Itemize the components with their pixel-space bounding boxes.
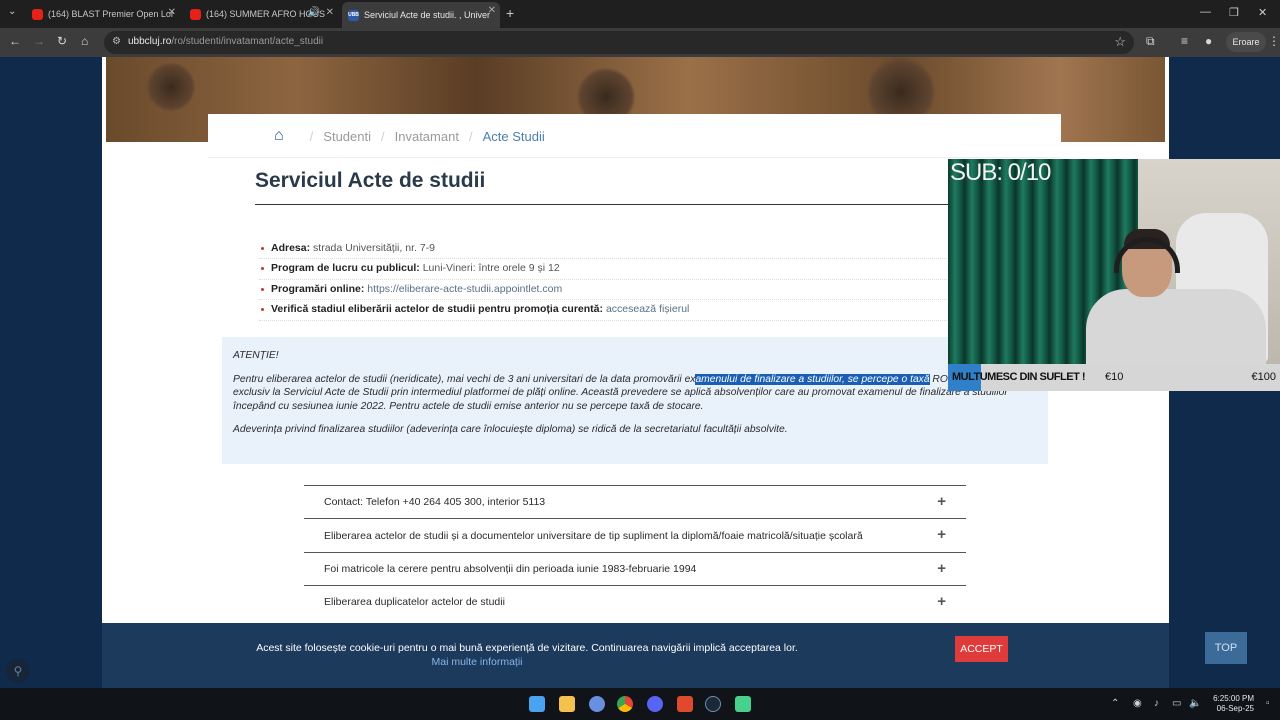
breadcrumb-studenti[interactable]: Studenti [323, 129, 371, 144]
start-icon[interactable] [529, 696, 545, 712]
app-icon[interactable] [735, 696, 751, 712]
tab-summer-afro[interactable]: (164) SUMMER AFRO HOUS 🔊 ✕ [184, 4, 338, 24]
divider [208, 157, 1061, 158]
site-info-icon[interactable]: ⚙ [112, 36, 121, 47]
notice-heading: ATENȚIE! [233, 350, 279, 361]
breadcrumb-invatamant[interactable]: Invatamant [395, 129, 459, 144]
notifications-icon[interactable]: ▫ [1266, 698, 1270, 709]
title-underline [255, 204, 950, 205]
tab-blast[interactable]: (164) BLAST Premier Open Lon ✕ [26, 4, 180, 24]
cookie-more-info-link[interactable]: Mai multe informații [102, 656, 852, 668]
accordion-item-contact[interactable]: Contact: Telefon +40 264 405 300, interi… [304, 485, 966, 518]
accessibility-icon[interactable]: ⚲ [6, 659, 30, 683]
list-item: Verifică stadiul eliberării actelor de s… [259, 300, 949, 321]
accordion-item-eliberare[interactable]: Eliberarea actelor de studii și a docume… [304, 518, 966, 551]
address-bar[interactable]: ⚙ ubbcluj.ro/ro/studenti/invatamant/acte… [104, 31, 1134, 54]
profile-error-badge[interactable]: Eroare [1226, 32, 1266, 52]
speaker-icon[interactable]: 🔊 [308, 7, 320, 18]
extensions-icon[interactable]: ⧉ [1146, 34, 1155, 49]
home-icon[interactable]: ⌂ [81, 34, 88, 48]
goal-label: MULTUMESC DIN SUFLET ! [952, 371, 1086, 383]
system-clock[interactable]: 6:25:00 PM 06-Sep-25 [1208, 694, 1254, 714]
close-tab-icon[interactable]: ✕ [168, 7, 176, 18]
close-window-icon[interactable]: ✕ [1258, 6, 1267, 19]
file-explorer-icon[interactable] [559, 696, 575, 712]
expand-plus-icon[interactable]: + [937, 593, 946, 610]
app-icon[interactable] [589, 696, 605, 712]
cookie-banner: Acest site folosește cookie-uri pentru o… [102, 623, 1169, 688]
bookmark-star-icon[interactable]: ☆ [1114, 34, 1126, 50]
microphone-icon[interactable]: ♪ [1154, 698, 1159, 709]
streamer [1078, 229, 1268, 369]
goal-current: €10 [1105, 371, 1124, 383]
appointlet-link[interactable]: https://eliberare-acte-studii.appointlet… [367, 283, 562, 295]
youtube-icon [190, 8, 201, 20]
close-tab-icon[interactable]: ✕ [488, 5, 496, 16]
contact-info-list: Adresa: strada Universității, nr. 7-9 Pr… [259, 239, 949, 321]
maximize-icon[interactable]: ❐ [1229, 6, 1239, 19]
accordion-item-duplicate[interactable]: Eliberarea duplicatelor actelor de studi… [304, 585, 966, 618]
notice-paragraph: Adeverința privind finalizarea studiilor… [233, 424, 788, 435]
menu-icon[interactable]: ⋮ [1268, 34, 1280, 48]
youtube-icon [32, 8, 43, 20]
reload-icon[interactable]: ↻ [57, 34, 67, 48]
tab-acte-studii[interactable]: UBB Serviciul Acte de studii. , Univer ✕ [342, 2, 500, 28]
expand-plus-icon[interactable]: + [937, 493, 946, 510]
selected-text: amenului de finalizare a studiilor, se p… [695, 373, 930, 385]
expand-plus-icon[interactable]: + [937, 526, 946, 543]
steam-icon[interactable] [705, 696, 721, 712]
donation-goal-bar: MULTUMESC DIN SUFLET ! €10 €100 [948, 364, 1280, 391]
cookie-message: Acest site folosește cookie-uri pentru o… [256, 642, 798, 654]
browser-toolbar: ← → ↻ ⌂ ⚙ ubbcluj.ro/ro/studenti/invatam… [0, 28, 1280, 57]
list-item: Adresa: strada Universității, nr. 7-9 [259, 239, 949, 260]
notice-paragraph: Pentru eliberarea actelor de studii (ner… [233, 373, 1027, 412]
goal-target: €100 [1251, 371, 1276, 383]
accordion: Contact: Telefon +40 264 405 300, interi… [304, 485, 966, 619]
close-tab-icon[interactable]: ✕ [326, 7, 334, 18]
profile-avatar-icon[interactable]: ● [1205, 34, 1212, 48]
list-item: Program de lucru cu publicul: Luni-Viner… [259, 259, 949, 280]
accordion-item-foi-matricole[interactable]: Foi matricole la cerere pentru absolvenț… [304, 551, 966, 585]
sub-counter: SUB: 0/10 [950, 159, 1051, 186]
access-file-link[interactable]: accesează fișierul [606, 303, 689, 315]
brave-icon[interactable] [677, 696, 693, 712]
breadcrumb: ⌂ / Studenti / Invatamant / Acte Studii [274, 127, 545, 145]
browser-tab-bar: ⌄ (164) BLAST Premier Open Lon ✕ (164) S… [0, 0, 1280, 28]
back-icon[interactable]: ← [9, 34, 21, 48]
expand-plus-icon[interactable]: + [937, 560, 946, 577]
list-item: Programări online: https://eliberare-act… [259, 280, 949, 301]
page-title: Serviciul Acte de studii [255, 169, 486, 192]
breadcrumb-acte-studii[interactable]: Acte Studii [483, 129, 545, 144]
network-icon[interactable]: ▭ [1172, 698, 1181, 709]
cookie-accept-button[interactable]: ACCEPT [955, 636, 1008, 662]
attention-notice: ATENȚIE! Pentru eliberarea actelor de st… [222, 337, 1048, 464]
tab-search-icon[interactable]: ⌄ [8, 6, 16, 17]
url-text: ubbcluj.ro/ro/studenti/invatamant/acte_s… [128, 36, 324, 47]
media-control-icon[interactable]: ≡ [1181, 34, 1188, 48]
forward-icon[interactable]: → [33, 34, 45, 48]
webcam-overlay: SUB: 0/10 MULTUMESC DIN SUFLET ! €10 €10… [948, 159, 1280, 391]
tray-chevron-icon[interactable]: ⌃ [1111, 698, 1119, 709]
windows-taskbar: ⌃ ◉ ♪ ▭ 🔈 6:25:00 PM 06-Sep-25 ▫ [0, 688, 1280, 720]
steam-tray-icon[interactable]: ◉ [1133, 698, 1142, 709]
new-tab-icon[interactable]: + [506, 5, 514, 21]
back-to-top-button[interactable]: TOP [1205, 632, 1247, 664]
chrome-icon[interactable] [617, 696, 633, 712]
volume-icon[interactable]: 🔈 [1189, 698, 1201, 709]
ubb-favicon-icon: UBB [348, 9, 359, 21]
home-icon[interactable]: ⌂ [274, 127, 284, 145]
discord-icon[interactable] [647, 696, 663, 712]
minimize-icon[interactable]: — [1200, 6, 1211, 18]
